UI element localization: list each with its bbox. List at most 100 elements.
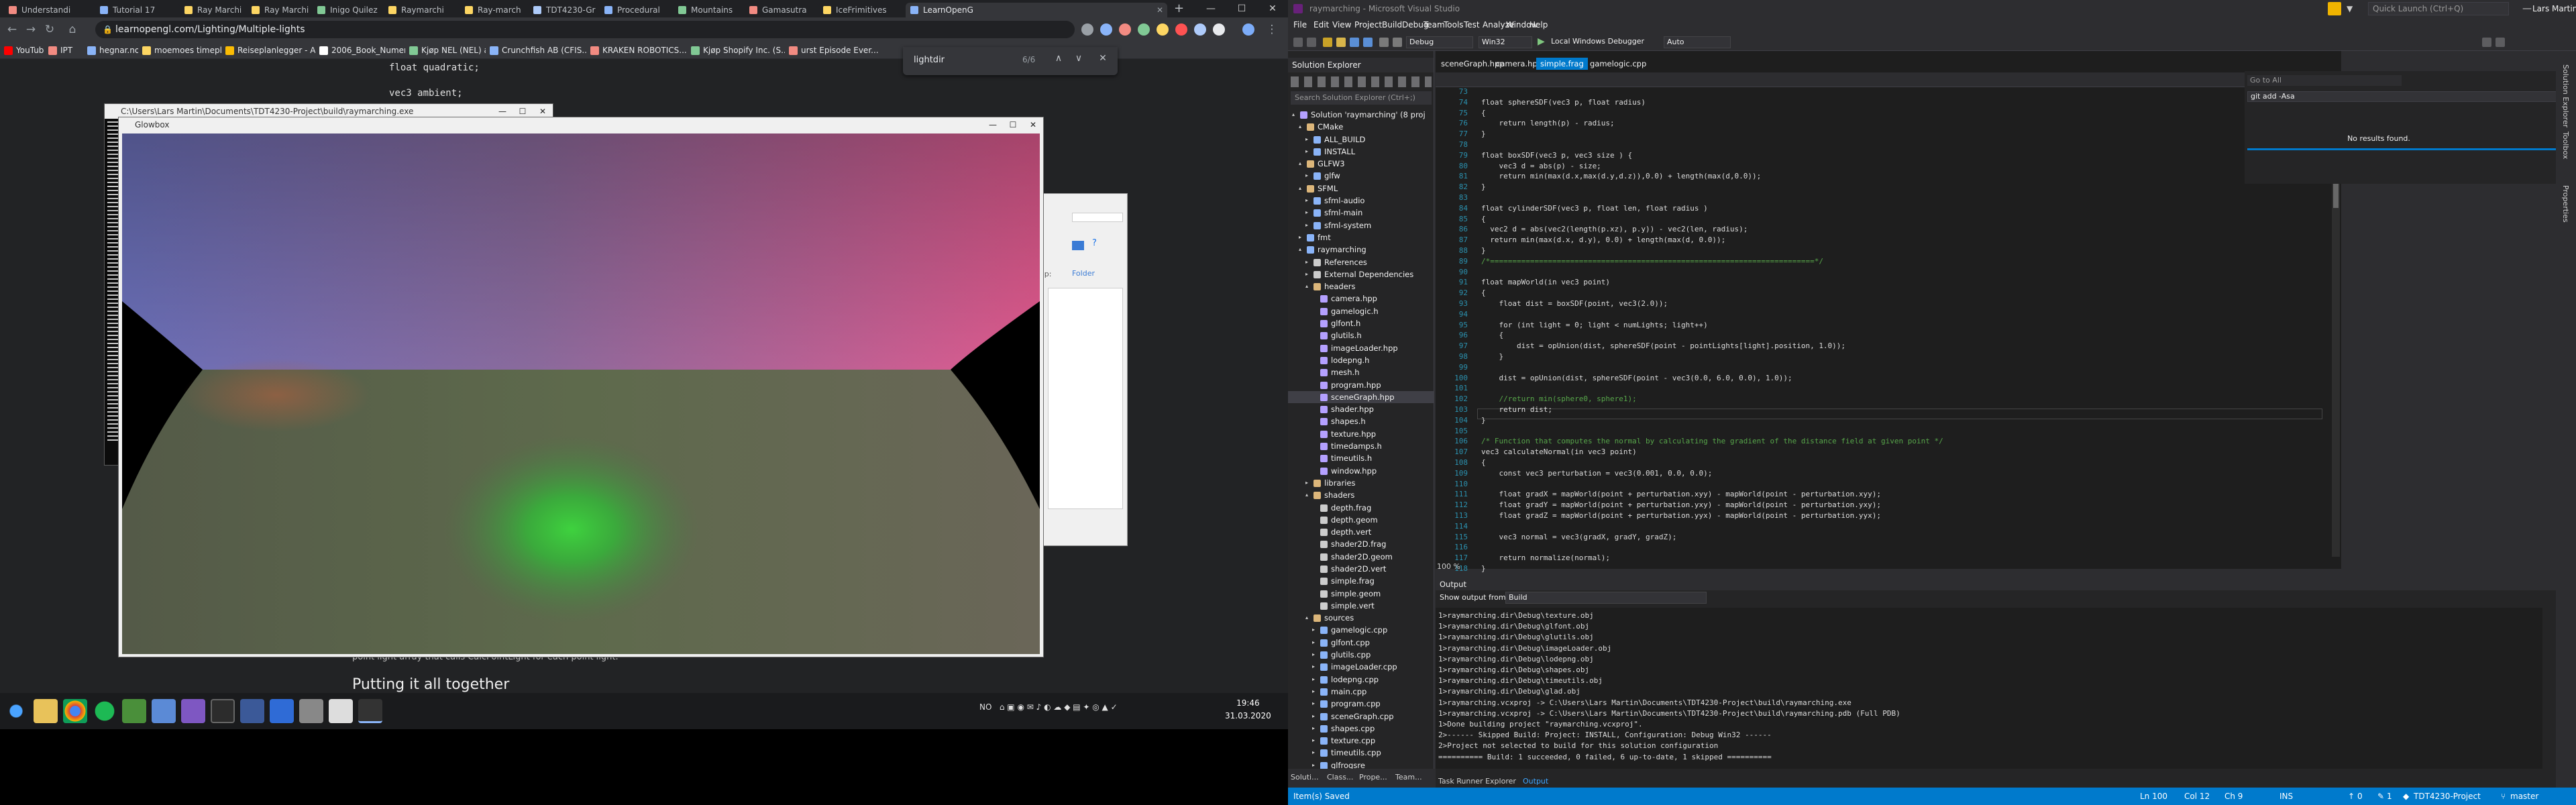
code-line[interactable]: vec3 d = abs(p) - size; (1481, 162, 1601, 171)
tree-item[interactable]: sceneGraph.hpp (1288, 390, 1434, 404)
expand-arrow-icon[interactable]: ▸ (1305, 268, 1312, 280)
tree-item[interactable]: ▸ INSTALL (1288, 146, 1434, 158)
expand-arrow-icon[interactable]: ▸ (1305, 207, 1312, 219)
expand-arrow-icon[interactable]: ▸ (1312, 661, 1319, 673)
home-icon[interactable]: ⌂ (64, 21, 80, 38)
code-line[interactable]: } (1481, 564, 1486, 574)
expand-arrow-icon[interactable]: ▸ (1312, 698, 1319, 710)
start-debug-icon[interactable]: ▶ (1538, 36, 1545, 47)
filter-icon[interactable]: ▼ (2347, 0, 2353, 17)
terminal-icon[interactable] (211, 699, 235, 723)
find-input[interactable]: lightdir (914, 55, 945, 65)
code-line[interactable]: { (1481, 109, 1486, 118)
tool-window-tab[interactable]: Toolbox (2561, 131, 2570, 159)
view-icon[interactable] (1072, 241, 1084, 250)
tray-icons[interactable]: ⌂ ▣ ◉ ✉ ♪ ◐ ☁ ◆ ▤ ✦ ◎ ▲ ✓ (994, 702, 1118, 712)
toolbar-icon[interactable] (2496, 38, 2505, 47)
tree-item[interactable]: camera.hpp (1288, 292, 1434, 305)
expand-arrow-icon[interactable]: ▸ (1305, 170, 1312, 182)
expand-arrow-icon[interactable]: ▸ (1312, 649, 1319, 661)
pencil-icon[interactable]: ✎ (2377, 788, 2384, 805)
url-input[interactable]: 🔒 learnopengl.com/Lighting/Multiple-ligh… (95, 21, 1075, 38)
tree-item[interactable]: ▸ sceneGraph.cpp (1288, 710, 1434, 722)
tree-item[interactable]: ▸ lodepng.cpp (1288, 674, 1434, 686)
extension-icon[interactable] (1157, 23, 1169, 36)
save-icon[interactable] (1350, 38, 1359, 47)
tree-item[interactable]: ▴ SFML (1288, 182, 1434, 195)
spotify-icon[interactable] (93, 699, 117, 723)
code-line[interactable]: } (1481, 182, 1486, 192)
app-icon[interactable] (240, 699, 264, 723)
browser-tab[interactable]: LearnOpenG ✕ (906, 3, 1167, 17)
browser-tab[interactable]: Ray Marchi (247, 3, 313, 17)
forward-icon[interactable] (1307, 38, 1316, 47)
bookmark-item[interactable]: hegnar.no (86, 44, 138, 56)
menu-item[interactable]: Edit (1313, 20, 1329, 30)
code-line[interactable]: vec2 d = abs(vec2(length(p.xz), p.y)) - … (1481, 225, 1748, 234)
extension-icon[interactable] (1138, 23, 1150, 36)
tree-item[interactable]: ▸ glutils.cpp (1288, 649, 1434, 661)
repo-icon[interactable]: ◆ (2403, 788, 2409, 805)
browser-tab[interactable]: Ray-march (460, 3, 529, 17)
expand-arrow-icon[interactable]: ▸ (1305, 133, 1312, 146)
expand-arrow-icon[interactable]: ▴ (1299, 182, 1305, 195)
code-line[interactable]: float dist = boxSDF(point, vec3(2.0)); (1481, 299, 1668, 309)
solution-toolbar[interactable] (1291, 76, 1432, 87)
code-line[interactable]: { (1481, 215, 1486, 224)
solution-bottom-tab[interactable]: Team... (1395, 773, 1422, 782)
app-icon[interactable] (270, 699, 294, 723)
code-line[interactable]: float sphereSDF(vec3 p, float radius) (1481, 98, 1646, 107)
tree-item[interactable]: shader2D.vert (1288, 563, 1434, 575)
extension-icon[interactable] (1175, 23, 1187, 36)
app-icon[interactable] (152, 699, 176, 723)
expand-arrow-icon[interactable]: ▸ (1305, 146, 1312, 158)
menu-item[interactable]: Tools (1444, 20, 1464, 30)
tree-item[interactable]: ▴ raymarching (1288, 244, 1434, 256)
expand-arrow-icon[interactable]: ▴ (1305, 612, 1312, 624)
bookmark-item[interactable]: Crunchfish AB (CFIS... (488, 44, 586, 56)
expand-arrow-icon[interactable]: ▴ (1305, 280, 1312, 292)
config-select[interactable]: Debug (1406, 36, 1473, 48)
tree-item[interactable]: ▸ libraries (1288, 477, 1434, 489)
tree-item[interactable]: imageLoader.hpp (1288, 342, 1434, 354)
new-file-icon[interactable] (1323, 38, 1332, 47)
menu-item[interactable]: Team (1424, 20, 1445, 30)
tree-item[interactable]: ▸ gamelogic.cpp (1288, 624, 1434, 636)
expand-arrow-icon[interactable]: ▸ (1312, 710, 1319, 722)
menu-item[interactable]: View (1332, 20, 1351, 30)
app-icon[interactable] (329, 699, 353, 723)
find-next-icon[interactable]: ∨ (1072, 53, 1085, 68)
code-line[interactable]: dist = opUnion(dist, sphereSDF(point - v… (1481, 374, 1792, 383)
bookmark-item[interactable]: moemoes timeplan... (141, 44, 221, 56)
code-line[interactable]: return normalize(normal); (1481, 553, 1610, 563)
code-line[interactable]: for (int light = 0; light < numLights; l… (1481, 321, 1707, 330)
back-icon[interactable]: ← (4, 21, 20, 38)
expand-arrow-icon[interactable]: ▸ (1312, 735, 1319, 747)
open-icon[interactable] (1336, 38, 1346, 47)
start-icon[interactable] (4, 699, 28, 723)
tree-item[interactable]: ▸ fmt (1288, 231, 1434, 244)
expand-arrow-icon[interactable]: ▸ (1305, 195, 1312, 207)
tree-item[interactable]: ▸ sfml-system (1288, 219, 1434, 231)
tree-item[interactable]: shader2D.frag (1288, 538, 1434, 550)
tree-item[interactable]: simple.geom (1288, 588, 1434, 600)
tree-item[interactable]: ▸ References (1288, 256, 1434, 268)
bookmark-item[interactable]: YouTube (3, 44, 44, 56)
tree-item[interactable]: timedamps.h (1288, 440, 1434, 452)
extension-icon[interactable] (1100, 23, 1112, 36)
tree-item[interactable]: shader.hpp (1288, 403, 1434, 415)
reload-icon[interactable]: ↻ (42, 21, 58, 38)
tree-item[interactable]: shader2D.geom (1288, 551, 1434, 563)
expand-arrow-icon[interactable]: ▸ (1312, 624, 1319, 636)
browser-tab[interactable]: Ray Marchi (180, 3, 247, 17)
menu-item[interactable]: Build (1382, 20, 1402, 30)
tree-item[interactable]: ▸ main.cpp (1288, 686, 1434, 698)
tree-item[interactable]: ▸ program.cpp (1288, 698, 1434, 710)
tree-item[interactable]: texture.hpp (1288, 428, 1434, 440)
code-line[interactable]: dist = opUnion(dist, sphereSDF(point - p… (1481, 341, 1845, 351)
toolbar-icon[interactable] (2482, 38, 2491, 47)
help-icon[interactable]: ? (1092, 238, 1097, 248)
zoom-level[interactable]: 100 % (1437, 562, 1460, 571)
back-icon[interactable] (1293, 38, 1303, 47)
expand-arrow-icon[interactable]: ▸ (1299, 231, 1305, 244)
